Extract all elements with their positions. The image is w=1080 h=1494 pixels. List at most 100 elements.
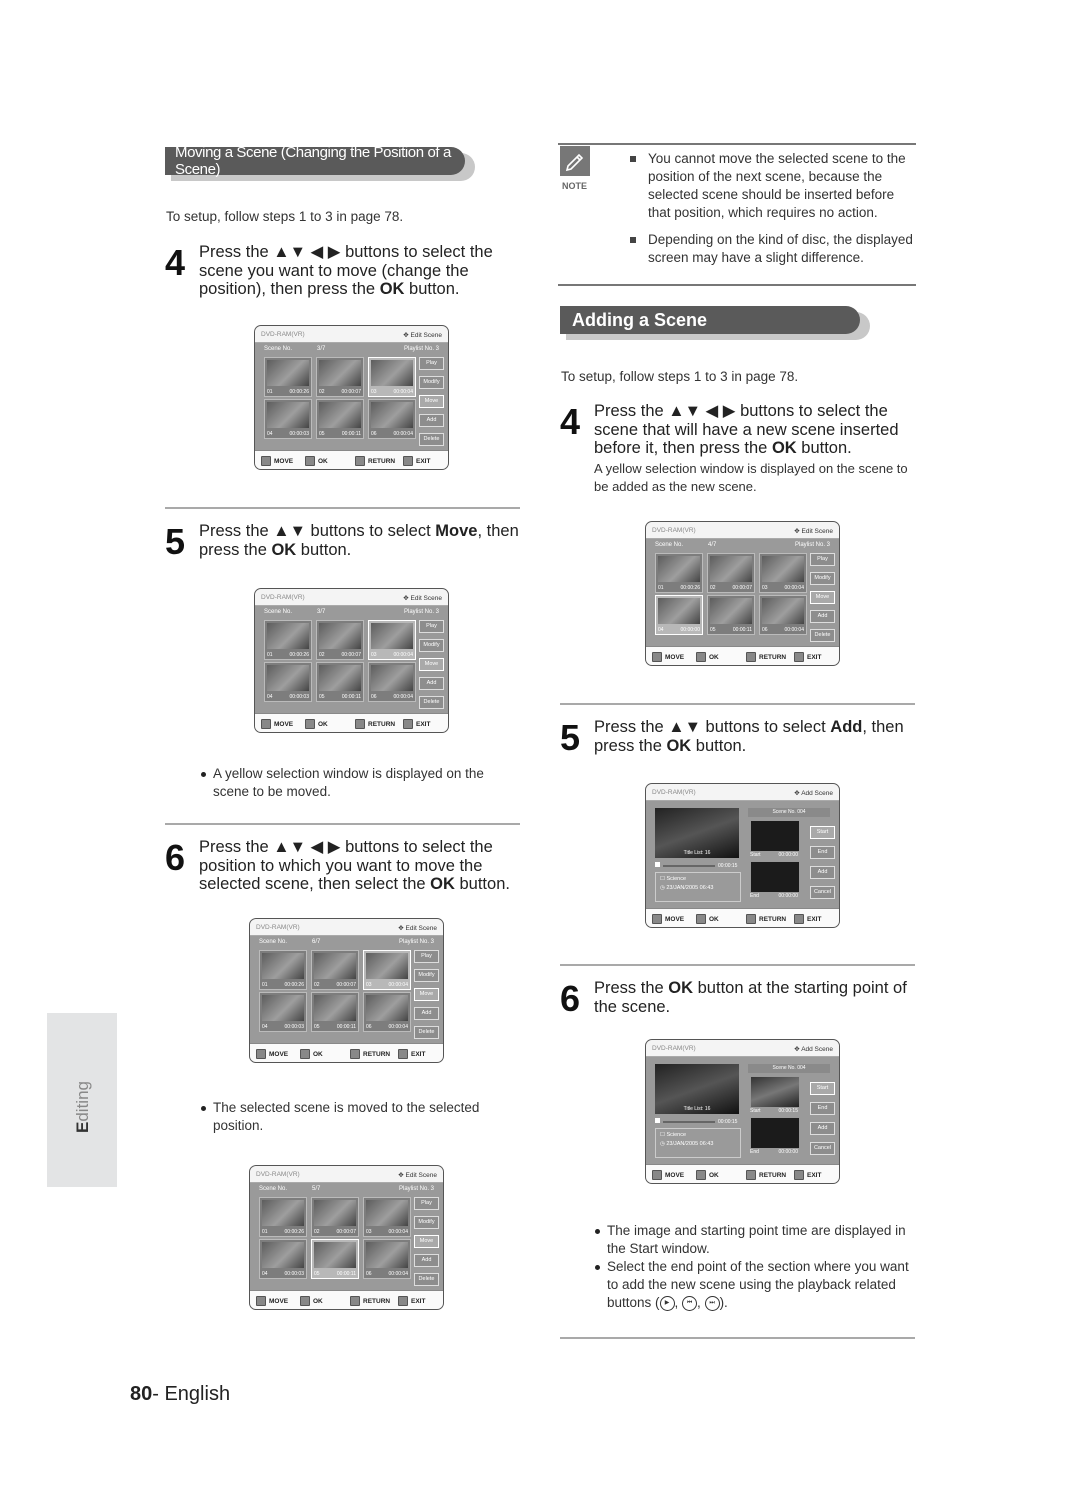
scene-windows: Scene No. 004 Start 00:00:15 End 00:00:00: [748, 1064, 830, 1160]
scene-image: [262, 1200, 304, 1226]
scene-number: 05: [314, 1024, 320, 1030]
footer-move: MOVE: [652, 1170, 684, 1180]
screen-button-play[interactable]: Play: [810, 553, 835, 566]
screen-button-modify[interactable]: Modify: [414, 1216, 439, 1229]
footer-move: MOVE: [652, 652, 684, 662]
scene-thumbnail[interactable]: 01 00:00:26: [655, 553, 703, 593]
screen-button-move[interactable]: Move: [414, 988, 439, 1001]
screen-button-move[interactable]: Move: [419, 658, 444, 671]
screen-button-cancel[interactable]: Cancel: [810, 1142, 835, 1155]
scene-thumbnail[interactable]: 05 00:00:11: [316, 662, 364, 702]
scene-thumbnail[interactable]: 04 00:00:03: [259, 992, 307, 1032]
screen-button-end[interactable]: End: [810, 846, 835, 859]
screen-button-start[interactable]: Start: [810, 826, 835, 839]
screen-button-modify[interactable]: Modify: [414, 969, 439, 982]
return-icon: [746, 914, 756, 924]
footer-ok: OK: [300, 1049, 323, 1059]
footer-exit: EXIT: [398, 1049, 425, 1059]
screen-button-play[interactable]: Play: [419, 357, 444, 370]
screen-button-modify[interactable]: Modify: [419, 639, 444, 652]
screen-footer: MOVE OK RETURN EXIT: [646, 1164, 839, 1183]
screen-button-add[interactable]: Add: [810, 610, 835, 623]
scene-duration: 00:00:04: [388, 982, 408, 988]
scene-thumbnail[interactable]: 03 00:00:04: [368, 620, 416, 660]
screen-button-add[interactable]: Add: [419, 677, 444, 690]
scene-duration: 00:00:04: [388, 1229, 408, 1235]
scene-thumbnail[interactable]: 03 00:00:04: [368, 357, 416, 397]
screen-button-play[interactable]: Play: [414, 1197, 439, 1210]
scene-thumbnail[interactable]: 02 00:00:07: [316, 357, 364, 397]
scene-image: [267, 360, 309, 386]
scene-thumbnail[interactable]: 04 00:00:03: [264, 399, 312, 439]
scene-counter: 5/7: [312, 1186, 321, 1192]
scene-thumbnail[interactable]: 04 00:00:03: [264, 662, 312, 702]
scene-thumbnail[interactable]: 02 00:00:07: [316, 620, 364, 660]
ok-icon: [300, 1049, 310, 1059]
footer-exit: EXIT: [794, 1170, 821, 1180]
screen-button-start[interactable]: Start: [810, 1082, 835, 1095]
screen-button-delete[interactable]: Delete: [419, 696, 444, 709]
screen-button-add[interactable]: Add: [414, 1007, 439, 1020]
scene-thumbnail[interactable]: 03 00:00:04: [363, 1197, 411, 1237]
scene-thumbnail[interactable]: 01 00:00:26: [259, 1197, 307, 1237]
scene-no-label: Scene No.: [259, 1186, 288, 1192]
scene-thumbnail[interactable]: 06 00:00:04: [368, 399, 416, 439]
scene-thumbnail[interactable]: 03 00:00:04: [759, 553, 807, 593]
screen-button-delete[interactable]: Delete: [414, 1026, 439, 1039]
scene-thumbnail[interactable]: 02 00:00:07: [707, 553, 755, 593]
scene-duration: 00:00:11: [341, 694, 361, 700]
screen-button-modify[interactable]: Modify: [810, 572, 835, 585]
screen-button-play[interactable]: Play: [414, 950, 439, 963]
screen-mode: ✥ Edit Scene: [398, 1172, 437, 1179]
scene-windows: Scene No. 004 Start 00:00:00 End 00:00:00: [748, 808, 830, 904]
disc-type: DVD-RAM(VR): [261, 331, 305, 338]
screen-button-modify[interactable]: Modify: [419, 376, 444, 389]
scene-no-label: Scene No.: [259, 939, 288, 945]
scene-thumbnail[interactable]: 05 00:00:11: [311, 992, 359, 1032]
screen-button-add[interactable]: Add: [414, 1254, 439, 1267]
scene-thumbnail[interactable]: 01 00:00:26: [264, 357, 312, 397]
screen-button-add[interactable]: Add: [810, 1122, 835, 1135]
scene-thumbnail[interactable]: 05 00:00:11: [316, 399, 364, 439]
screen-button-add[interactable]: Add: [419, 414, 444, 427]
scene-number: 05: [319, 694, 325, 700]
scene-thumbnail[interactable]: 04 00:00:03: [259, 1239, 307, 1279]
exit-icon: [794, 914, 804, 924]
note-item-1: You cannot move the selected scene to th…: [630, 150, 913, 222]
screen-button-add[interactable]: Add: [810, 866, 835, 879]
scene-thumbnail[interactable]: 04 00:00:00: [655, 595, 703, 635]
scene-thumbnail[interactable]: 02 00:00:07: [311, 950, 359, 990]
footer-exit: EXIT: [794, 914, 821, 924]
scene-thumbnail[interactable]: 06 00:00:04: [363, 1239, 411, 1279]
scene-thumbnail[interactable]: 01 00:00:26: [259, 950, 307, 990]
screen-button-move[interactable]: Move: [419, 395, 444, 408]
return-icon: [746, 1170, 756, 1180]
scene-image: [371, 623, 413, 649]
screen-button-cancel[interactable]: Cancel: [810, 886, 835, 899]
screen-button-delete[interactable]: Delete: [414, 1273, 439, 1286]
scene-thumbnail[interactable]: 06 00:00:04: [363, 992, 411, 1032]
screen-button-delete[interactable]: Delete: [810, 629, 835, 642]
start-time: 00:00:15: [778, 1108, 798, 1114]
screen-footer: MOVE OK RETURN EXIT: [250, 1290, 443, 1309]
scene-thumbnail[interactable]: 03 00:00:04: [363, 950, 411, 990]
add-scene-screen-2: DVD-RAM(VR) ✥ Add Scene Title List: 16 00:0…: [645, 1039, 840, 1184]
scene-thumbnail[interactable]: 06 00:00:04: [759, 595, 807, 635]
scene-thumbnail[interactable]: 02 00:00:07: [311, 1197, 359, 1237]
screen-button-delete[interactable]: Delete: [419, 433, 444, 446]
screen-footer: MOVE OK RETURN EXIT: [255, 450, 448, 469]
screen-button-end[interactable]: End: [810, 1102, 835, 1115]
setup-text: To setup, follow steps 1 to 3 in page 78…: [561, 369, 799, 384]
scene-thumbnail[interactable]: 01 00:00:26: [264, 620, 312, 660]
scene-thumbnail[interactable]: 06 00:00:04: [368, 662, 416, 702]
exit-icon: [398, 1296, 408, 1306]
screen-button-play[interactable]: Play: [419, 620, 444, 633]
screen-button-move[interactable]: Move: [810, 591, 835, 604]
scene-thumbnail[interactable]: 05 00:00:11: [311, 1239, 359, 1279]
scene-thumbnail[interactable]: 05 00:00:11: [707, 595, 755, 635]
note-bottom-rule: [558, 284, 916, 286]
footer-move: MOVE: [652, 914, 684, 924]
screen-mode: ✥ Add Scene: [794, 1046, 833, 1053]
screen-button-move[interactable]: Move: [414, 1235, 439, 1248]
title-date: ◷ 23/JAN/2005 06:43: [660, 885, 714, 891]
